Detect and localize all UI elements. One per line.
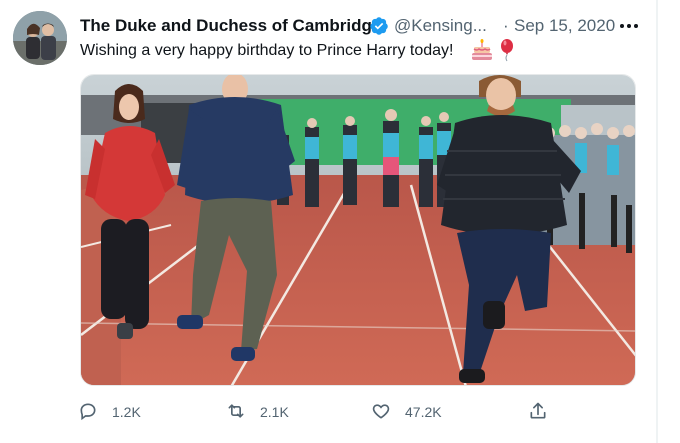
tweet-actions: 1.2K 2.1K 47.2K — [78, 398, 558, 426]
reply-icon — [80, 403, 96, 421]
like-button[interactable]: 47.2K — [371, 398, 461, 426]
tweet-photo[interactable] — [80, 74, 636, 386]
share-icon — [530, 402, 546, 419]
header-separator: · — [503, 16, 509, 35]
tweet-date[interactable]: Sep 15, 2020 — [514, 15, 615, 37]
retweet-button[interactable]: 2.1K — [226, 398, 306, 426]
author-name[interactable]: The Duke and Duchess of Cambridge — [80, 15, 381, 37]
timeline-border — [656, 0, 658, 443]
like-count: 47.2K — [405, 404, 442, 420]
retweet-count: 2.1K — [260, 404, 289, 420]
tweet-header: The Duke and Duchess of Cambridge @Kensi… — [80, 15, 640, 39]
retweet-icon — [228, 404, 244, 418]
avatar-image — [13, 11, 67, 65]
reply-count: 1.2K — [112, 404, 141, 420]
verified-badge-icon — [370, 17, 388, 35]
avatar[interactable] — [13, 11, 67, 65]
author-handle[interactable]: @Kensing... — [394, 15, 487, 37]
tweet-text: Wishing a very happy birthday to Prince … — [80, 42, 454, 59]
heart-icon — [372, 404, 390, 419]
reply-button[interactable]: 1.2K — [78, 398, 158, 426]
more-options-icon[interactable] — [617, 15, 641, 37]
photo-running-track — [81, 75, 635, 385]
share-button[interactable] — [528, 398, 552, 426]
balloon-icon — [501, 39, 513, 62]
birthday-cake-icon — [472, 39, 492, 60]
